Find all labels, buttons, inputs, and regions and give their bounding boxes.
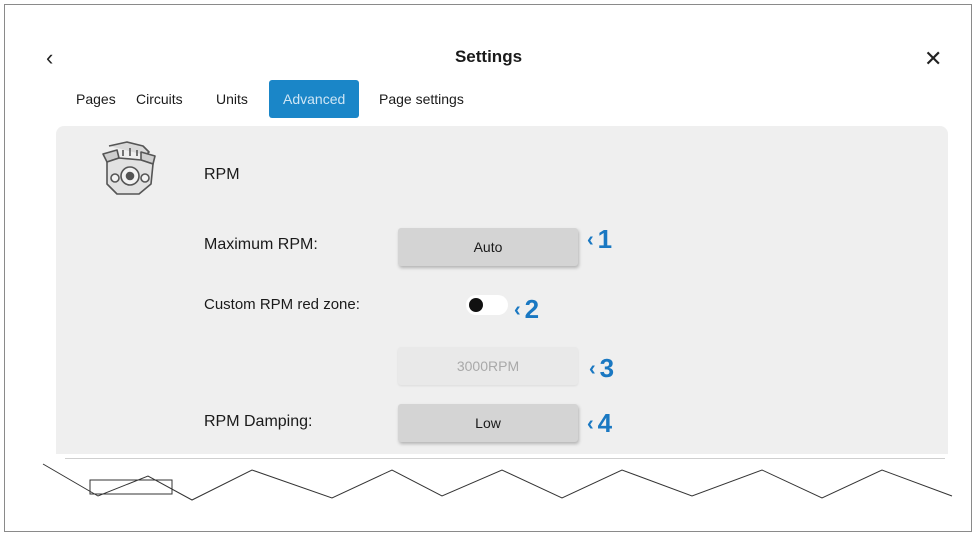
callout-2: ‹ 2 xyxy=(514,294,540,324)
max-rpm-button[interactable]: Auto xyxy=(398,228,578,266)
red-zone-value-button: 3000RPM xyxy=(398,347,578,385)
section-title: RPM xyxy=(204,166,240,183)
tab-advanced[interactable]: Advanced xyxy=(269,80,360,118)
damping-button[interactable]: Low xyxy=(398,404,578,442)
max-rpm-label: Maximum RPM: xyxy=(204,236,318,253)
tab-pages[interactable]: Pages xyxy=(76,80,116,118)
damping-label: RPM Damping: xyxy=(204,413,313,430)
chevron-left-icon: ‹ xyxy=(589,358,596,380)
close-icon: ✕ xyxy=(924,46,943,71)
tab-page-settings[interactable]: Page settings xyxy=(379,80,464,118)
page-title: Settings xyxy=(454,47,523,66)
chevron-left-icon: ‹ xyxy=(587,413,594,435)
callout-3: ‹ 3 xyxy=(589,353,615,383)
tab-units[interactable]: Units xyxy=(216,80,248,118)
engine-icon xyxy=(102,141,156,195)
torn-edge-decoration xyxy=(42,463,953,501)
toggle-knob xyxy=(469,298,483,312)
chevron-left-icon: ‹ xyxy=(514,299,521,321)
callout-4: ‹ 4 xyxy=(587,408,613,438)
red-zone-toggle[interactable] xyxy=(466,295,508,315)
red-zone-label: Custom RPM red zone: xyxy=(204,296,360,313)
callout-1: ‹ 1 xyxy=(587,224,613,254)
close-button[interactable]: ✕ xyxy=(924,46,942,72)
chevron-left-icon: ‹ xyxy=(587,229,594,251)
tab-circuits[interactable]: Circuits xyxy=(136,80,183,118)
